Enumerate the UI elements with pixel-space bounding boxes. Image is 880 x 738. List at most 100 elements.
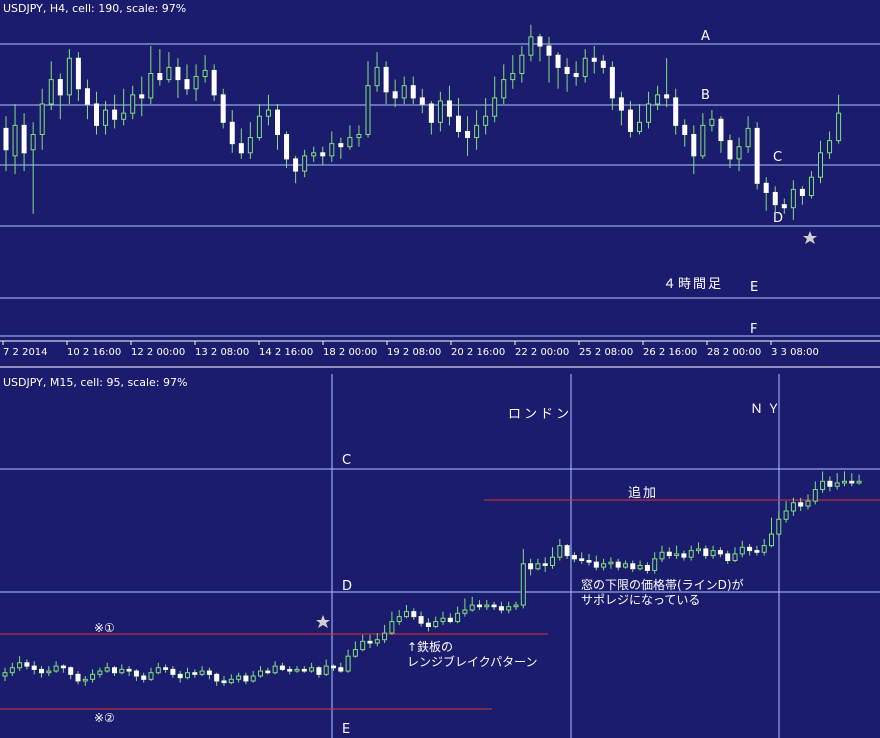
m15-candle-body (345, 655, 351, 672)
m15-candle-body (338, 667, 344, 672)
h4-candle-body (419, 97, 425, 105)
h4-candle-body (130, 94, 136, 114)
h4-candle-body (57, 79, 63, 96)
h4-candle-body (763, 182, 769, 193)
m15-candle-body (717, 550, 723, 555)
m15-candle-body (112, 667, 117, 674)
m15-candle-body (221, 680, 227, 684)
m15-candle-body (236, 675, 242, 680)
h4-candle-body (818, 152, 823, 178)
h4-candle-body (465, 130, 471, 139)
m15-candle-body (9, 667, 15, 674)
h4-candle-body (103, 109, 109, 126)
m15-candle-body (637, 564, 643, 570)
m15-candle-body (440, 617, 446, 623)
h4-candle-body (836, 112, 842, 142)
m15-candle-body (82, 678, 88, 682)
h4-time-tick-label: 18 2 00:00 (323, 347, 377, 358)
m15-candle-body (652, 558, 658, 571)
m15-annotation-support-line1: 窓の下限の価格帯(ラインD)が (581, 577, 744, 592)
h4-label-b: B (701, 88, 710, 103)
m15-candle-body (60, 665, 66, 669)
h4-candle-body (338, 143, 344, 148)
h4-candle-body (646, 103, 652, 123)
h4-candle-body (736, 146, 742, 160)
m15-candle-body (163, 667, 169, 670)
h4-time-tick-label: 14 2 16:00 (259, 347, 313, 358)
m15-candle-body (31, 665, 37, 670)
h4-candle-body (157, 73, 163, 81)
m15-candle-body (331, 665, 336, 669)
h4-candle-body (112, 109, 118, 120)
m15-candle-body (842, 480, 847, 484)
h4-candle-body (709, 118, 715, 126)
m15-candle-body (389, 621, 395, 634)
h4-candle-body (510, 73, 516, 81)
m15-candle-body (615, 561, 621, 568)
m15-candle-body (491, 604, 497, 608)
m15-candle-body (374, 639, 380, 644)
m15-candle-body (199, 670, 205, 675)
m15-candle-body (352, 649, 358, 657)
m15-candle-body (666, 551, 672, 557)
m15-candle-body (411, 611, 417, 618)
h4-candle-body (284, 134, 290, 160)
h4-candle-body (265, 109, 271, 117)
h4-candle (220, 88, 226, 129)
h4-label-f: F (750, 322, 757, 337)
m15-candle-body (272, 665, 278, 674)
m15-candle-body (798, 502, 804, 507)
m15-candle-body (659, 551, 665, 560)
h4-candle-body (492, 97, 498, 117)
h4-candle-body (691, 134, 697, 157)
h4-candle-body (591, 57, 597, 62)
m15-candle-body (754, 550, 760, 553)
m15-candle-body (790, 502, 796, 512)
m15-candle-body (520, 563, 526, 606)
m15-candle-body (827, 480, 833, 487)
h4-header: USDJPY, H4, cell: 190, scale: 97% (3, 2, 186, 15)
h4-candle-body (148, 73, 154, 99)
h4-time-tick-label: 22 2 00:00 (515, 347, 569, 358)
h4-candle-body (627, 109, 633, 132)
h4-candle-body (537, 36, 543, 47)
h4-candle-body (383, 66, 389, 93)
m15-london-label: ロンドン (508, 407, 572, 422)
h4-candle-body (781, 204, 787, 209)
m15-candle-body (68, 667, 74, 675)
m15-candle-body (367, 640, 373, 644)
h4-candle-body (220, 94, 226, 123)
m15-candle-body (761, 545, 767, 553)
m15-candle-body (382, 632, 388, 641)
h4-candle-body (347, 137, 353, 148)
h4-candle-body (275, 109, 280, 135)
m15-candle-body (703, 548, 709, 557)
m15-candle-body (710, 550, 716, 557)
m15-candle-body (542, 563, 548, 566)
h4-candle-body (21, 124, 27, 154)
m15-candle-body (564, 545, 570, 557)
h4-candle-body (302, 155, 308, 172)
h4-candle-body (799, 188, 805, 196)
h4-candle-body (401, 85, 407, 99)
h4-candle-body (374, 66, 380, 87)
h4-candle-body (437, 100, 443, 123)
h4-candle-body (727, 140, 733, 160)
m15-panel: USDJPY, M15, cell: 95, scale: 97% C D E … (0, 368, 880, 738)
m15-note-2: ※② (94, 711, 115, 725)
h4-candle-body (121, 112, 127, 120)
h4-candle-body (410, 85, 416, 99)
h4-candle-body (392, 91, 398, 99)
m15-candle-body (849, 480, 855, 484)
m15-candle-body (133, 670, 139, 677)
m15-candle-body (425, 622, 431, 628)
h4-candle-body (166, 66, 172, 81)
m15-candle-body (630, 563, 636, 570)
m15-background (0, 368, 880, 738)
h4-candle-body (75, 57, 81, 90)
h4-candle-body (229, 121, 235, 145)
h4-candle-body (483, 115, 489, 126)
m15-candle-body (513, 604, 519, 608)
h4-time-tick-label: 26 2 16:00 (643, 347, 697, 358)
m15-candle-body (258, 670, 263, 677)
